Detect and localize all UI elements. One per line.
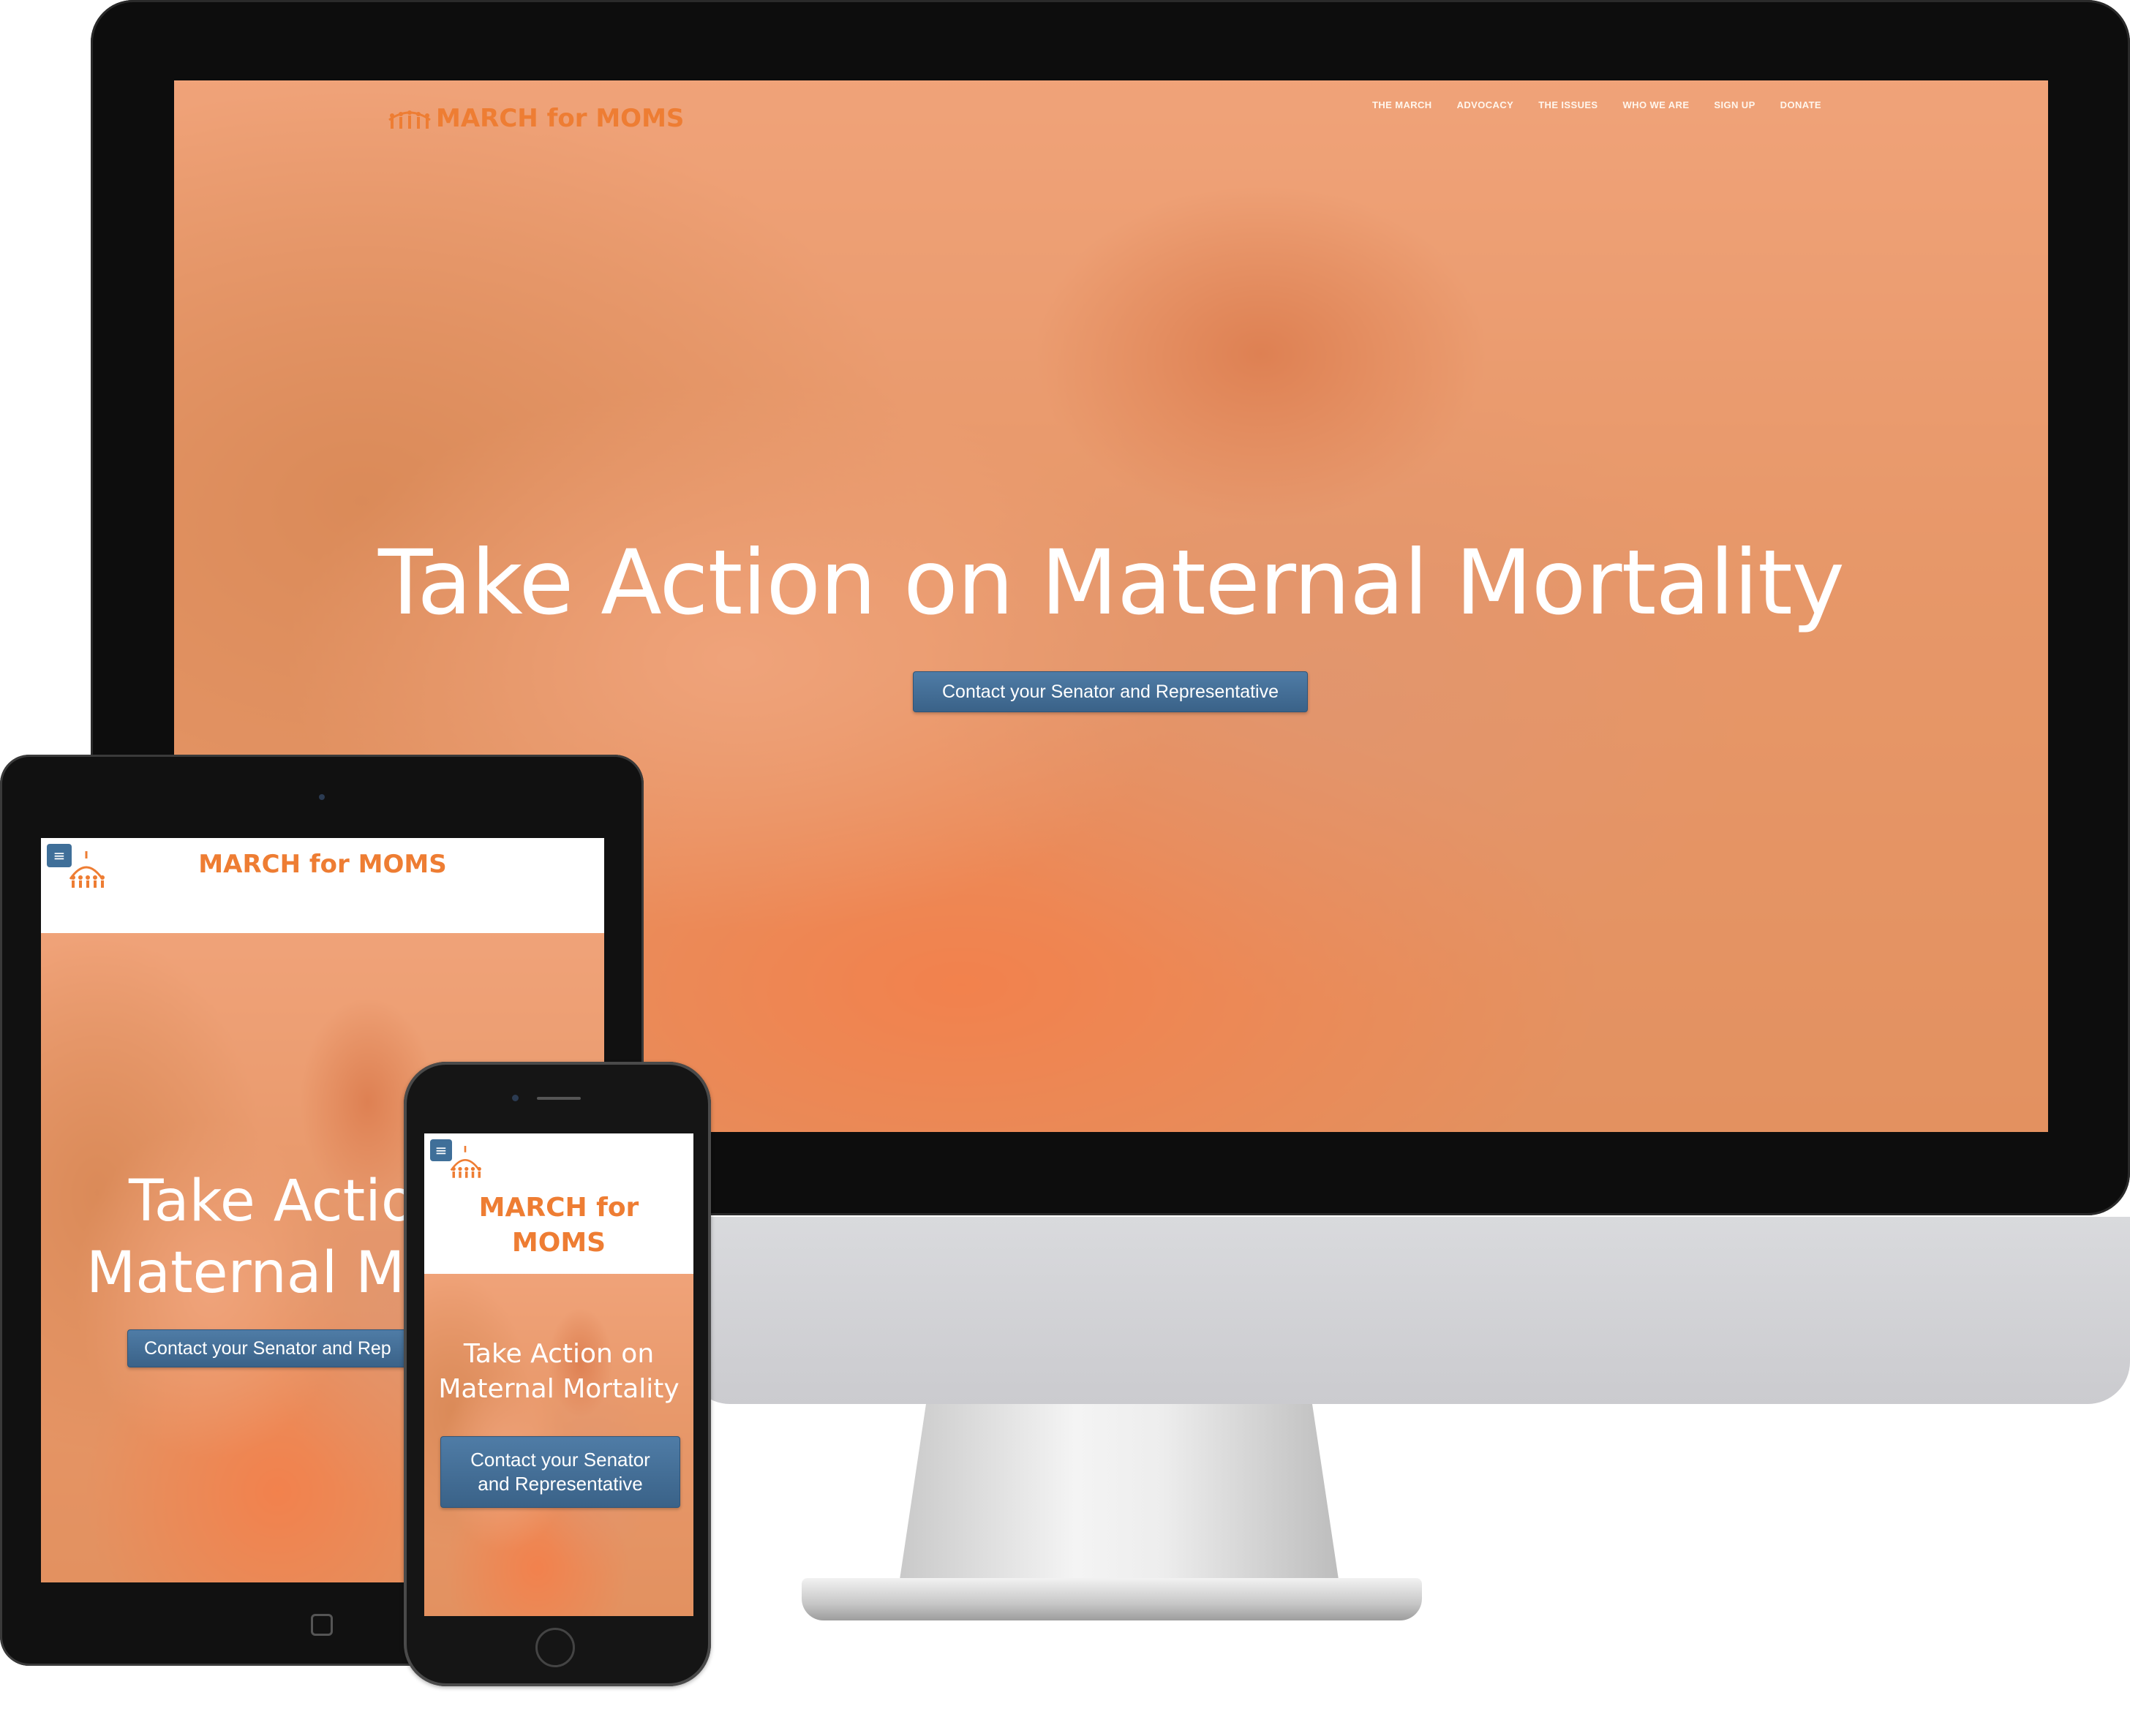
nav-item-donate[interactable]: DONATE — [1780, 99, 1821, 110]
site-logo-text: MARCH for MOMS — [436, 104, 685, 133]
tablet-camera — [319, 794, 325, 800]
phone-site-title-line2: MOMS — [511, 1228, 606, 1258]
phone-hero-headline: Take Action on Maternal Mortality — [424, 1337, 693, 1407]
phone-hero-headline-line2: Maternal Mortality — [438, 1374, 680, 1404]
phone-hero-section: Take Action on Maternal Mortality Contac… — [424, 1274, 693, 1616]
phone-home-button — [535, 1628, 575, 1667]
nav-item-sign-up[interactable]: SIGN UP — [1714, 99, 1755, 110]
capitol-dome-people-icon — [450, 1146, 481, 1178]
tablet-home-button — [311, 1614, 333, 1636]
capitol-dome-people-icon — [388, 110, 431, 129]
phone-contact-button-line1: Contact your Senator — [470, 1449, 650, 1471]
phone-hero-headline-line1: Take Action on — [463, 1339, 655, 1369]
phone-speaker — [537, 1097, 581, 1100]
tablet-header: ≡ MARCH for MOMS — [41, 838, 604, 933]
desktop-monitor-base — [802, 1578, 1422, 1620]
tablet-site-title[interactable]: MARCH for MOMS — [41, 850, 604, 879]
hero-headline: Take Action on Maternal Mortality — [377, 531, 1845, 635]
nav-item-advocacy[interactable]: ADVOCACY — [1457, 99, 1514, 110]
desktop-monitor-stand — [900, 1404, 1339, 1580]
phone-site-title[interactable]: MARCH for MOMS — [424, 1190, 693, 1261]
site-logo[interactable]: MARCH for MOMS — [386, 104, 684, 133]
phone-contact-button-line2: and Representative — [478, 1473, 643, 1495]
phone-camera — [512, 1095, 519, 1101]
desktop-main-nav: THE MARCH ADVOCACY THE ISSUES WHO WE ARE… — [1372, 99, 1821, 110]
contact-representatives-button[interactable]: Contact your Senator and Representative — [913, 671, 1308, 712]
phone-header: ≡ MARCH for MOMS — [424, 1133, 693, 1274]
nav-item-the-march[interactable]: THE MARCH — [1372, 99, 1432, 110]
phone-screen: ≡ MARCH for MOMS Take Action on Maternal… — [424, 1133, 693, 1616]
nav-item-the-issues[interactable]: THE ISSUES — [1538, 99, 1598, 110]
desktop-monitor-chin — [688, 1217, 2130, 1404]
phone-contact-button[interactable]: Contact your Senator and Representative — [440, 1436, 680, 1508]
phone-site-title-line1: MARCH for — [478, 1193, 639, 1223]
nav-item-who-we-are[interactable]: WHO WE ARE — [1623, 99, 1690, 110]
